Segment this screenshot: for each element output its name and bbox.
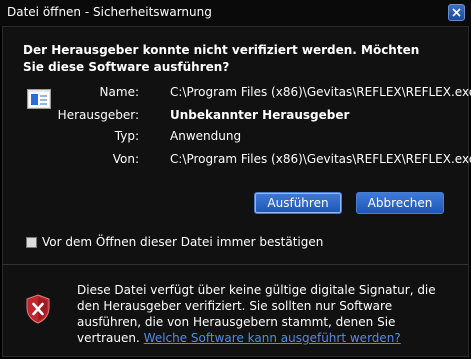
detail-label: Herausgeber: [57, 108, 139, 122]
shield-warning-icon [26, 294, 50, 324]
detail-value: C:\Program Files (x86)\Gevitas\REFLEX\RE… [170, 152, 471, 166]
detail-label: Name: [99, 85, 139, 99]
title-bar: Datei öffnen - Sicherheitswarnung [0, 0, 471, 26]
always-confirm-checkbox[interactable] [26, 237, 37, 248]
security-question: Der Herausgeber konnte nicht verifiziert… [23, 43, 420, 74]
application-icon [27, 89, 51, 109]
detail-value: Anwendung [170, 129, 242, 143]
detail-value: C:\Program Files (x86)\Gevitas\REFLEX\RE… [170, 85, 471, 99]
close-button[interactable] [448, 4, 465, 21]
divider [3, 264, 468, 265]
always-confirm-label: Vor dem Öffnen dieser Datei immer bestät… [42, 235, 324, 249]
detail-label: Von: [112, 152, 139, 166]
dialog-body: Der Herausgeber konnte nicht verifiziert… [2, 26, 471, 357]
detail-value: Unbekannter Herausgeber [170, 108, 350, 122]
signature-warning: Diese Datei verfügt über keine gültige d… [77, 282, 447, 346]
run-button[interactable]: Ausführen [254, 192, 342, 214]
detail-label: Typ: [114, 129, 139, 143]
window-title: Datei öffnen - Sicherheitswarnung [7, 5, 212, 19]
which-software-link[interactable]: Welche Software kann ausgeführt werden? [144, 331, 401, 345]
cancel-button[interactable]: Abbrechen [356, 192, 444, 214]
close-icon [452, 8, 461, 17]
